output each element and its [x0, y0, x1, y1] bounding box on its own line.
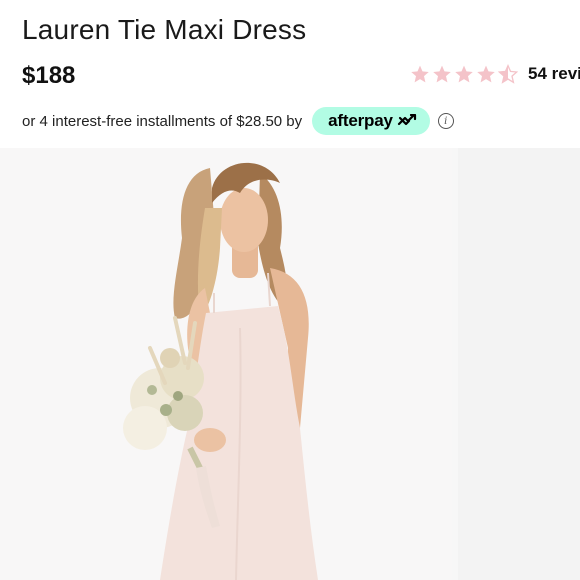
info-icon[interactable]: i: [437, 113, 454, 129]
product-image-gallery[interactable]: [0, 148, 580, 580]
star-icon: [433, 65, 451, 83]
installments-message: or 4 interest-free installments of $28.5…: [22, 107, 454, 135]
product-price: $188: [22, 62, 76, 89]
star-rating: [410, 64, 518, 84]
afterpay-wordmark: afterpay: [328, 111, 393, 130]
afterpay-badge[interactable]: afterpay: [312, 107, 430, 135]
star-icon: [455, 65, 473, 83]
afterpay-arrows-icon: [397, 114, 416, 126]
star-icon: [411, 65, 429, 83]
installments-text: or 4 interest-free installments of $28.5…: [22, 112, 303, 130]
reviews-count-link[interactable]: 54 revi: [528, 64, 580, 84]
product-main-image[interactable]: [0, 148, 452, 580]
star-icon: [477, 65, 495, 83]
rating-summary[interactable]: 54 revi: [410, 64, 580, 84]
product-next-image[interactable]: [458, 148, 580, 580]
product-title: Lauren Tie Maxi Dress: [22, 14, 307, 45]
product-photo: [0, 148, 452, 580]
half-star-icon: [498, 64, 518, 84]
